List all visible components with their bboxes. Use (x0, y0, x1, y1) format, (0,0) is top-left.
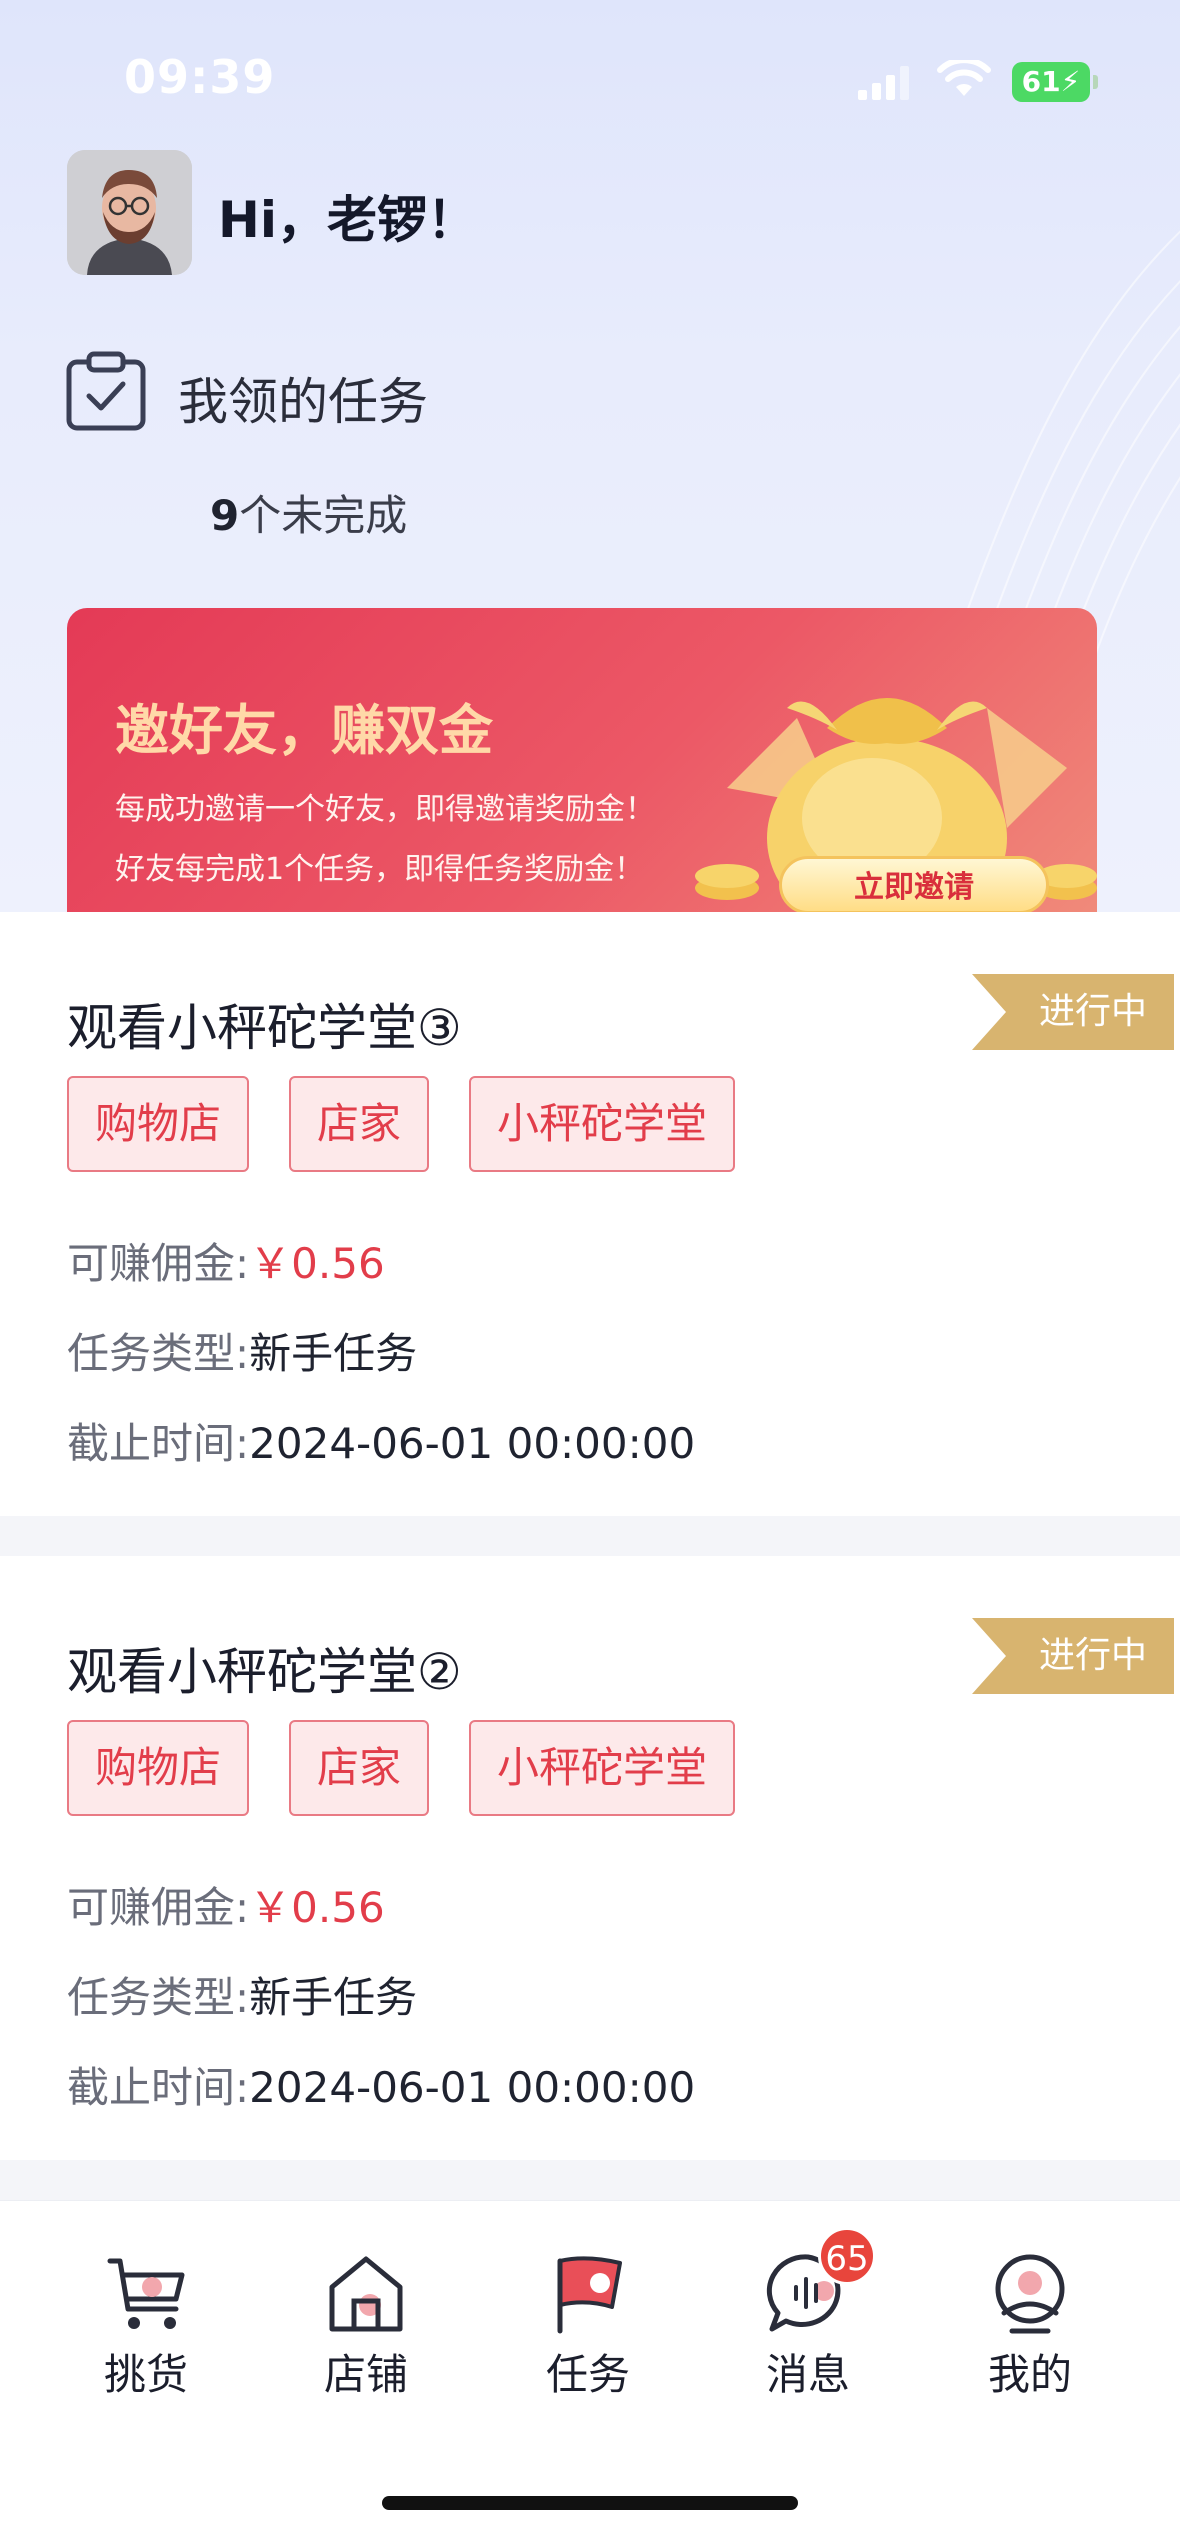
commission-row: 可赚佣金:￥0.56 (67, 1230, 385, 1291)
task-title: 观看小秤砣学堂③ (67, 999, 462, 1057)
status-bar: 09:39 61⚡ (0, 0, 1180, 150)
profile-icon (995, 2254, 1065, 2334)
task-type-label: 任务类型: (67, 1973, 250, 2022)
avatar-image (67, 150, 192, 275)
commission-value: ￥0.56 (249, 1239, 385, 1288)
banner-line-2: 好友每完成1个任务，即得任务奖励金！ (115, 852, 645, 887)
deadline-row: 截止时间:2024-06-01 00:00:00 (67, 2054, 695, 2115)
deadline-label: 截止时间: (67, 2063, 250, 2112)
battery-indicator: 61⚡ (1012, 62, 1098, 102)
tab-tasks[interactable]: 任务 (508, 2251, 668, 2402)
unfinished-number: 9 (210, 491, 240, 540)
task-card[interactable]: 观看小秤砣学堂③ 进行中 购物店 店家 小秤砣学堂 可赚佣金:￥0.56 任务类… (0, 912, 1180, 1516)
commission-row: 可赚佣金:￥0.56 (67, 1874, 385, 1935)
deadline-label: 截止时间: (67, 1419, 250, 1468)
task-type-value: 新手任务 (249, 1329, 418, 1378)
task-title: 观看小秤砣学堂② (67, 1643, 462, 1701)
greeting-text: Hi，老锣！ (218, 191, 477, 249)
status-badge-label: 进行中 (1038, 1635, 1147, 1676)
commission-label: 可赚佣金: (67, 1883, 250, 1932)
task-type-label: 任务类型: (67, 1329, 250, 1378)
commission-label: 可赚佣金: (67, 1239, 250, 1288)
tab-profile[interactable]: 我的 (950, 2251, 1110, 2402)
tab-label: 任务 (545, 2350, 630, 2399)
tag: 购物店 (67, 1076, 250, 1172)
task-type-value: 新手任务 (249, 1973, 418, 2022)
tab-store[interactable]: 店铺 (286, 2251, 446, 2402)
unfinished-label: 个未完成 (239, 491, 408, 540)
tab-messages[interactable]: 65 消息 (728, 2227, 888, 2402)
tag: 小秤砣学堂 (469, 1720, 736, 1816)
deadline-value: 2024-06-01 00:00:00 (249, 2063, 696, 2112)
clipboard-check-icon (66, 351, 146, 431)
charging-bolt-icon: ⚡ (1060, 65, 1081, 98)
tab-label: 我的 (987, 2350, 1072, 2399)
store-icon (329, 2256, 403, 2332)
deadline-row: 截止时间:2024-06-01 00:00:00 (67, 1410, 695, 1471)
tag-list: 购物店 店家 小秤砣学堂 (67, 1720, 775, 1816)
flag-icon (557, 2256, 622, 2334)
commission-value: ￥0.56 (249, 1883, 385, 1932)
tag-list: 购物店 店家 小秤砣学堂 (67, 1076, 775, 1172)
home-indicator-area (0, 2436, 1180, 2544)
my-tasks-title[interactable]: 我领的任务 (178, 362, 428, 434)
task-type-row: 任务类型:新手任务 (67, 1320, 417, 1381)
bottom-tab-bar: 挑货 店铺 任务 65 消息 我的 (0, 2200, 1180, 2436)
banner-title: 邀好友，赚双金 (115, 699, 493, 762)
tag: 店家 (289, 1720, 430, 1816)
tab-label: 店铺 (323, 2350, 408, 2399)
status-badge-label: 进行中 (1038, 991, 1147, 1032)
tab-label: 挑货 (103, 2350, 188, 2399)
invite-now-button[interactable]: 立即邀请 (779, 856, 1049, 912)
unread-badge: 65 (818, 2227, 876, 2285)
task-card[interactable]: 观看小秤砣学堂② 进行中 购物店 店家 小秤砣学堂 可赚佣金:￥0.56 任务类… (0, 1556, 1180, 2160)
task-type-row: 任务类型:新手任务 (67, 1964, 417, 2025)
wifi-icon (937, 60, 991, 96)
status-badge: 进行中 (972, 1618, 1174, 1694)
status-badge: 进行中 (972, 974, 1174, 1050)
status-time: 09:39 (124, 50, 276, 104)
battery-level: 61 (1021, 65, 1061, 98)
home-indicator[interactable] (382, 2496, 798, 2510)
unfinished-count: 9个未完成 (210, 482, 407, 543)
tag: 小秤砣学堂 (469, 1076, 736, 1172)
invite-banner[interactable]: 邀好友，赚双金 每成功邀请一个好友，即得邀请奖励金！ 好友每完成1个任务，即得任… (67, 608, 1097, 912)
tag: 店家 (289, 1076, 430, 1172)
cart-icon (107, 2258, 185, 2329)
tab-label: 消息 (765, 2350, 850, 2399)
avatar[interactable] (67, 150, 192, 275)
banner-line-1: 每成功邀请一个好友，即得邀请奖励金！ (115, 792, 655, 827)
tab-pick-goods[interactable]: 挑货 (66, 2251, 226, 2402)
deadline-value: 2024-06-01 00:00:00 (249, 1419, 696, 1468)
signal-icon (858, 66, 909, 100)
tag: 购物店 (67, 1720, 250, 1816)
